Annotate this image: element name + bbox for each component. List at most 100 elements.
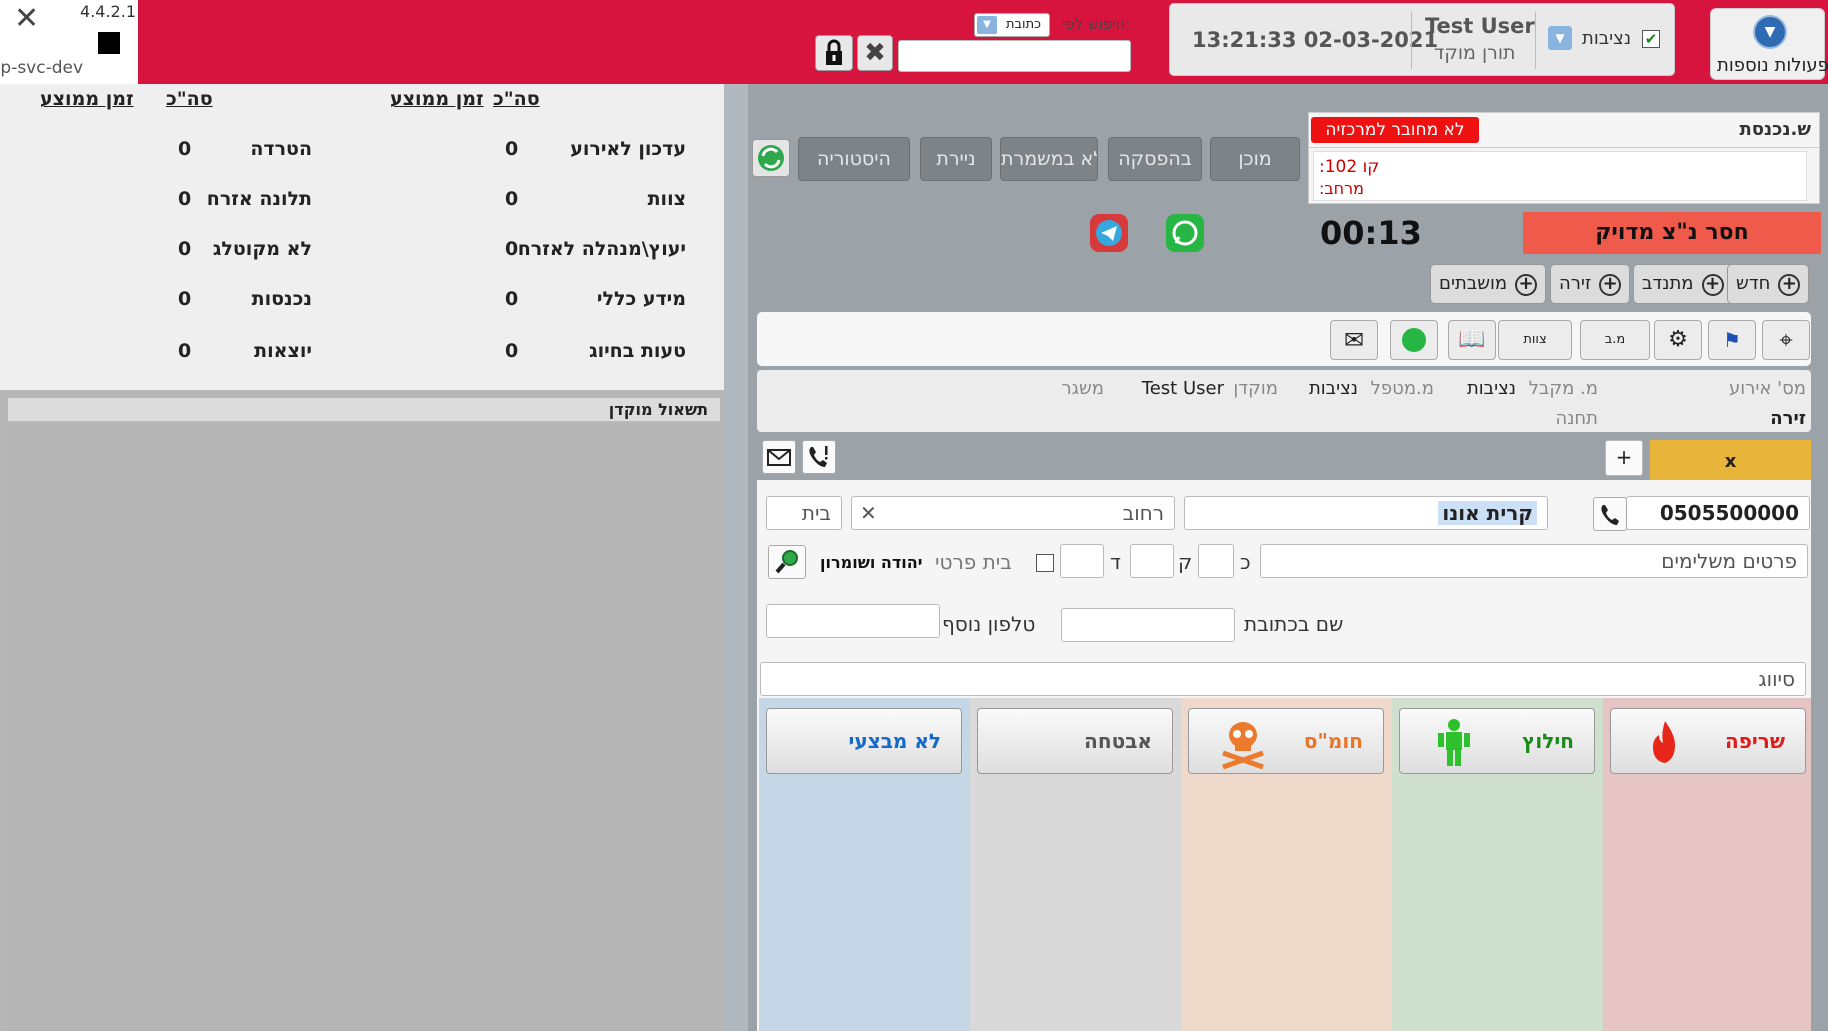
category-label: אבטחה bbox=[1084, 729, 1152, 753]
search-input[interactable] bbox=[898, 40, 1131, 72]
whatsapp-icon[interactable] bbox=[1166, 214, 1204, 252]
floor-field[interactable] bbox=[1130, 544, 1174, 578]
stats-header-total: סה"כ bbox=[166, 88, 213, 110]
incoming-title: ש.נכנסת bbox=[1739, 119, 1811, 140]
tab-off-shift[interactable]: לא במשמרת bbox=[1000, 137, 1098, 181]
search-icon bbox=[775, 550, 798, 574]
book-button[interactable]: 📖 bbox=[1448, 320, 1496, 360]
stats-header-avg-time: זמן ממוצע bbox=[390, 88, 484, 110]
entrance-field[interactable] bbox=[1198, 544, 1234, 578]
mb-button[interactable]: מ.ב bbox=[1580, 320, 1650, 360]
mail-transfer-button[interactable]: ✉ bbox=[1330, 320, 1378, 360]
tab-break[interactable]: בהפסקה bbox=[1108, 137, 1202, 181]
role-dropdown-button[interactable]: ▼ bbox=[1548, 26, 1572, 50]
mail-button[interactable] bbox=[762, 440, 796, 474]
category-hazmat-button[interactable]: חומ"ס bbox=[1188, 708, 1384, 774]
flag-icon: ⚑ bbox=[1723, 328, 1741, 352]
floor-label: ק bbox=[1178, 550, 1193, 574]
lock-button[interactable] bbox=[815, 35, 853, 71]
tab-ready[interactable]: מוכן bbox=[1210, 137, 1300, 181]
stat-label: טעות בחיוג bbox=[589, 340, 686, 362]
new-event-button[interactable]: + חדש bbox=[1727, 264, 1810, 304]
apartment-field[interactable] bbox=[1060, 544, 1104, 578]
stat-label: הטרדה bbox=[250, 138, 312, 160]
sender-label: משגר bbox=[1061, 378, 1104, 399]
stat-label: יעוץ\מנהלה לאזרח bbox=[517, 238, 686, 260]
apartment-label: ד bbox=[1110, 550, 1121, 574]
disabled-units-button[interactable]: + מושבתים bbox=[1430, 264, 1547, 304]
category-label: שריפה bbox=[1725, 729, 1785, 753]
button-label: זירה bbox=[1559, 273, 1592, 294]
details-field[interactable]: פרטים משלימים bbox=[1260, 544, 1808, 578]
search-location-button[interactable] bbox=[768, 545, 806, 579]
new-scene-button[interactable]: + זירה bbox=[1550, 264, 1631, 304]
mb-label: מ.ב bbox=[1604, 332, 1626, 347]
teams-button[interactable]: צוות bbox=[1498, 320, 1572, 360]
tab-paperwork[interactable]: ניירת bbox=[920, 137, 992, 181]
teams-label: צוות bbox=[1523, 332, 1547, 347]
incoming-call-box: ש.נכנסת לא מחובר למרכזיה קו 102: מרחב: bbox=[1308, 112, 1820, 204]
stop-icon[interactable] bbox=[98, 32, 120, 54]
event-toolbar bbox=[757, 312, 1811, 366]
clear-search-button[interactable]: ✖ bbox=[857, 35, 893, 71]
button-label: מתנדב bbox=[1642, 273, 1694, 294]
private-house-checkbox[interactable] bbox=[1036, 554, 1054, 572]
search-type-select[interactable]: ▼ כתובת bbox=[974, 13, 1050, 37]
chevron-down-icon: ▼ bbox=[1753, 15, 1787, 49]
call-phone-button[interactable] bbox=[1593, 497, 1627, 531]
fire-icon bbox=[1653, 721, 1675, 763]
stat-label: עדכון לאירוע bbox=[570, 138, 686, 160]
more-actions-button[interactable]: ▼ פעולות נוספות bbox=[1710, 8, 1828, 80]
location-flag-button[interactable]: ⚑ bbox=[1708, 320, 1756, 360]
close-icon: ✖ bbox=[864, 38, 886, 68]
stat-label: צוות bbox=[647, 188, 686, 210]
extra-phone-field[interactable] bbox=[766, 604, 940, 638]
clear-street-icon[interactable]: ✕ bbox=[860, 497, 877, 529]
address-name-field[interactable] bbox=[1061, 608, 1235, 642]
target-button[interactable]: ⌖ bbox=[1762, 320, 1810, 360]
stat-value: 0 bbox=[178, 288, 192, 310]
street-placeholder: רחוב bbox=[1122, 501, 1164, 525]
urgent-call-button[interactable] bbox=[802, 440, 836, 474]
category-security-button[interactable]: אבטחה bbox=[977, 708, 1173, 774]
whatsapp-button[interactable] bbox=[1390, 320, 1438, 360]
button-label: מושבתים bbox=[1439, 273, 1508, 294]
stats-panel: זמן ממוצע סה"כ זמן ממוצע סה"כ עדכון לאיר… bbox=[0, 84, 724, 390]
tab-history[interactable]: היסטוריה bbox=[798, 137, 910, 181]
stat-value: 0 bbox=[505, 340, 519, 362]
role-checkbox[interactable]: ✔ bbox=[1642, 30, 1660, 48]
refresh-icon bbox=[758, 145, 784, 171]
phone-field[interactable]: 0505500000 bbox=[1626, 496, 1810, 530]
rescue-icon bbox=[1438, 719, 1470, 766]
alert-banner: חסר נ"צ מדויק bbox=[1523, 212, 1821, 254]
street-field[interactable]: רחוב ✕ bbox=[851, 496, 1175, 530]
prior-query-header: תשאול מוקדן bbox=[8, 398, 720, 422]
city-field[interactable]: קרית אונו bbox=[1184, 496, 1548, 530]
category-rescue-button[interactable]: חילוץ bbox=[1399, 708, 1595, 774]
call-details bbox=[1313, 151, 1807, 201]
close-icon[interactable]: ✕ bbox=[14, 4, 39, 34]
caller-tab[interactable]: x bbox=[1650, 440, 1811, 480]
category-fire-button[interactable]: שריפה bbox=[1610, 708, 1806, 774]
prior-query-body bbox=[8, 422, 720, 1031]
handler-label: מ.מטפל bbox=[1370, 378, 1434, 399]
classification-field[interactable]: סיווג bbox=[760, 662, 1806, 696]
refresh-button[interactable] bbox=[752, 139, 790, 177]
chevron-down-icon: ▼ bbox=[977, 16, 997, 34]
category-non-operational-button[interactable]: לא מבצעי bbox=[766, 708, 962, 774]
telegram-icon[interactable] bbox=[1090, 214, 1128, 252]
envelope-icon bbox=[767, 449, 791, 466]
env-label: op-svc-dev bbox=[0, 58, 84, 78]
extension-label: מרחב: bbox=[1319, 179, 1364, 198]
stat-value: 0 bbox=[505, 288, 519, 310]
add-tab-button[interactable]: + bbox=[1605, 440, 1643, 476]
panel-divider[interactable] bbox=[724, 84, 748, 1031]
settings-button[interactable]: ⚙ bbox=[1654, 320, 1702, 360]
plus-icon: + bbox=[1778, 274, 1801, 296]
stat-value: 0 bbox=[505, 188, 519, 210]
divider bbox=[1411, 12, 1412, 69]
new-volunteer-button[interactable]: + מתנדב bbox=[1633, 264, 1733, 304]
plus-icon: + bbox=[1599, 274, 1622, 296]
house-field[interactable]: בית bbox=[766, 496, 842, 530]
stat-value: 0 bbox=[178, 138, 192, 160]
